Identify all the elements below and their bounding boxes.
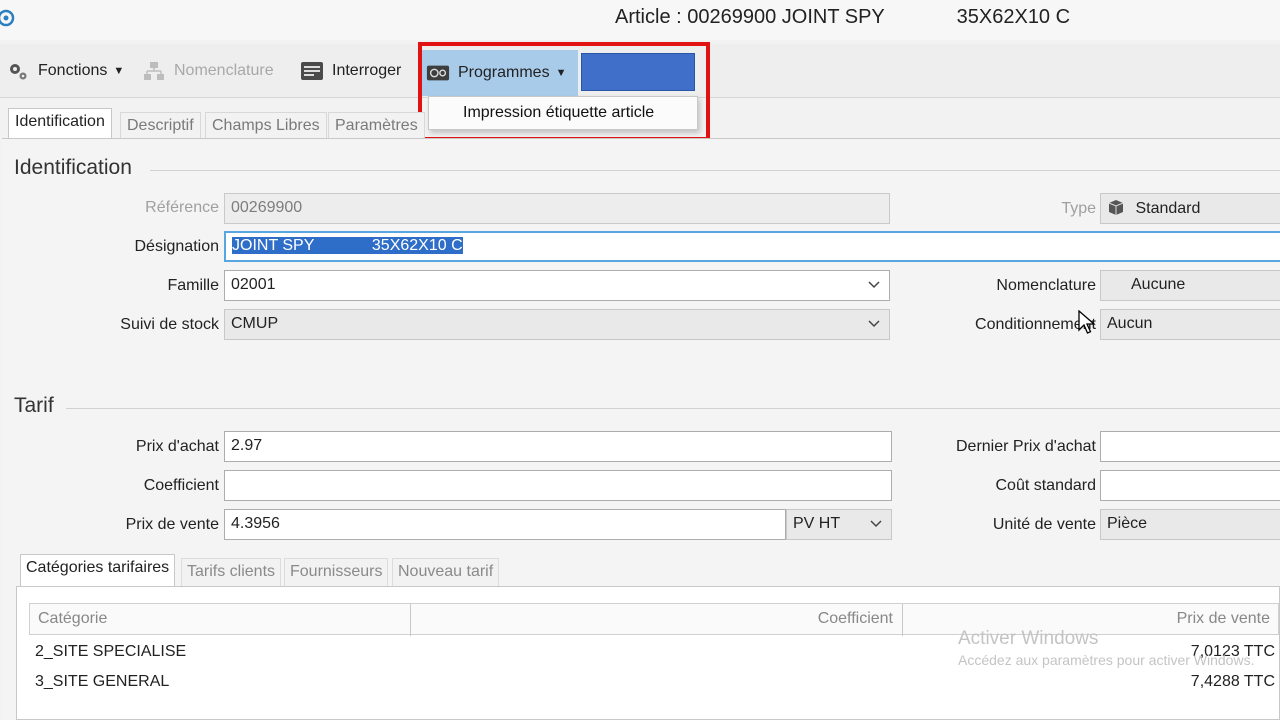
conditionnement-label: Conditionnement	[975, 316, 1096, 333]
famille-value: 02001	[231, 276, 276, 293]
section-title-identification: Identification	[14, 156, 132, 179]
subtab-categories-tarifaires[interactable]: Catégories tarifaires	[20, 554, 176, 588]
reference-label: Référence	[145, 199, 219, 216]
gear-icon	[6, 59, 30, 83]
nomenclature-label: Nomenclature	[174, 62, 274, 79]
main-tabs: Identification Descriptif Champs Libres …	[0, 104, 1280, 142]
tab-descriptif[interactable]: Descriptif	[120, 112, 201, 140]
reference-field[interactable]: 00269900	[224, 193, 890, 224]
column-header-categorie[interactable]: Catégorie	[38, 610, 107, 628]
chevron-down-icon	[870, 520, 882, 528]
box-icon	[1107, 199, 1125, 215]
nomenclature-field-label: Nomenclature	[996, 277, 1096, 294]
famille-select[interactable]: 02001	[224, 270, 890, 301]
chevron-down-icon: ▼	[113, 65, 125, 77]
query-icon	[300, 59, 324, 83]
cell-categorie: 2_SITE SPECIALISE	[35, 643, 187, 660]
designation-field[interactable]: JOINT SPY 35X62X10 C	[224, 231, 1280, 262]
column-header-prix-vente[interactable]: Prix de vente	[1177, 610, 1270, 628]
chevron-down-icon	[868, 320, 880, 328]
designation-label: Désignation	[134, 238, 220, 255]
hierarchy-icon	[142, 59, 166, 83]
tab-champs-libres[interactable]: Champs Libres	[205, 112, 327, 140]
cout-standard-field[interactable]	[1100, 470, 1280, 501]
interroger-button[interactable]: Interroger	[300, 56, 401, 86]
type-field[interactable]: Standard	[1100, 193, 1280, 224]
column-header-coefficient[interactable]: Coefficient	[818, 610, 893, 628]
section-divider	[66, 408, 1280, 409]
nomenclature-field[interactable]: Aucune	[1100, 270, 1280, 301]
fonctions-label: Fonctions	[38, 62, 108, 79]
conditionnement-field[interactable]: Aucun	[1100, 309, 1280, 340]
fonctions-button[interactable]: Fonctions ▼	[6, 56, 124, 86]
cell-categorie: 3_SITE GENERAL	[35, 673, 170, 690]
chevron-down-icon	[868, 281, 880, 289]
prix-achat-field[interactable]: 2.97	[224, 431, 892, 462]
unite-vente-label: Unité de vente	[992, 516, 1096, 533]
subtab-fournisseurs[interactable]: Fournisseurs	[284, 558, 389, 586]
coefficient-label: Coefficient	[143, 477, 219, 494]
dernier-prix-achat-field[interactable]	[1100, 431, 1280, 462]
table-row[interactable]: 3_SITE GENERAL 7,4288 TTC	[29, 667, 1279, 697]
section-title-tarif: Tarif	[14, 394, 54, 417]
unite-vente-field[interactable]: Pièce	[1100, 509, 1280, 540]
app-logo-icon	[0, 9, 15, 27]
prix-achat-label: Prix d'achat	[135, 438, 219, 455]
subtab-nouveau-tarif[interactable]: Nouveau tarif	[392, 558, 500, 586]
type-value: Standard	[1135, 200, 1201, 217]
cout-standard-label: Coût standard	[995, 477, 1096, 494]
watermark-title: Activer Windows	[958, 628, 1099, 649]
designation-selected-text: JOINT SPY 35X62X10 C	[232, 237, 463, 254]
tab-identification[interactable]: Identification	[8, 108, 112, 142]
mouse-cursor-icon	[1078, 310, 1096, 334]
suivi-stock-select[interactable]: CMUP	[224, 309, 890, 340]
prix-vente-label: Prix de vente	[125, 516, 219, 533]
coefficient-field[interactable]	[224, 470, 892, 501]
column-separator[interactable]	[410, 604, 411, 636]
famille-label: Famille	[167, 277, 219, 294]
cell-prix-vente: 7,4288 TTC	[1190, 673, 1275, 690]
subtab-tarifs-clients[interactable]: Tarifs clients	[181, 558, 282, 586]
tab-parametres[interactable]: Paramètres	[328, 112, 425, 140]
prix-vente-field[interactable]: 4.3956	[224, 509, 786, 540]
suivi-stock-value: CMUP	[231, 315, 279, 332]
section-divider	[150, 170, 1280, 171]
prix-vente-mode-select[interactable]: PV HT	[786, 509, 892, 540]
window-title: Article : 00269900 JOINT SPY 35X62X10 C	[615, 6, 1071, 28]
suivi-stock-label: Suivi de stock	[120, 316, 219, 333]
windows-activation-watermark: Activer Windows Accédez aux paramètres p…	[958, 628, 1254, 668]
watermark-subtitle: Accédez aux paramètres pour activer Wind…	[958, 652, 1255, 668]
column-separator[interactable]	[902, 604, 903, 636]
interroger-label: Interroger	[332, 62, 402, 79]
nomenclature-button[interactable]: Nomenclature	[142, 56, 274, 86]
title-bar: Article : 00269900 JOINT SPY 35X62X10 C	[0, 0, 1280, 40]
dernier-prix-achat-label: Dernier Prix d'achat	[956, 438, 1096, 455]
type-label: Type	[1061, 200, 1096, 217]
prix-vente-mode-value: PV HT	[793, 515, 841, 532]
